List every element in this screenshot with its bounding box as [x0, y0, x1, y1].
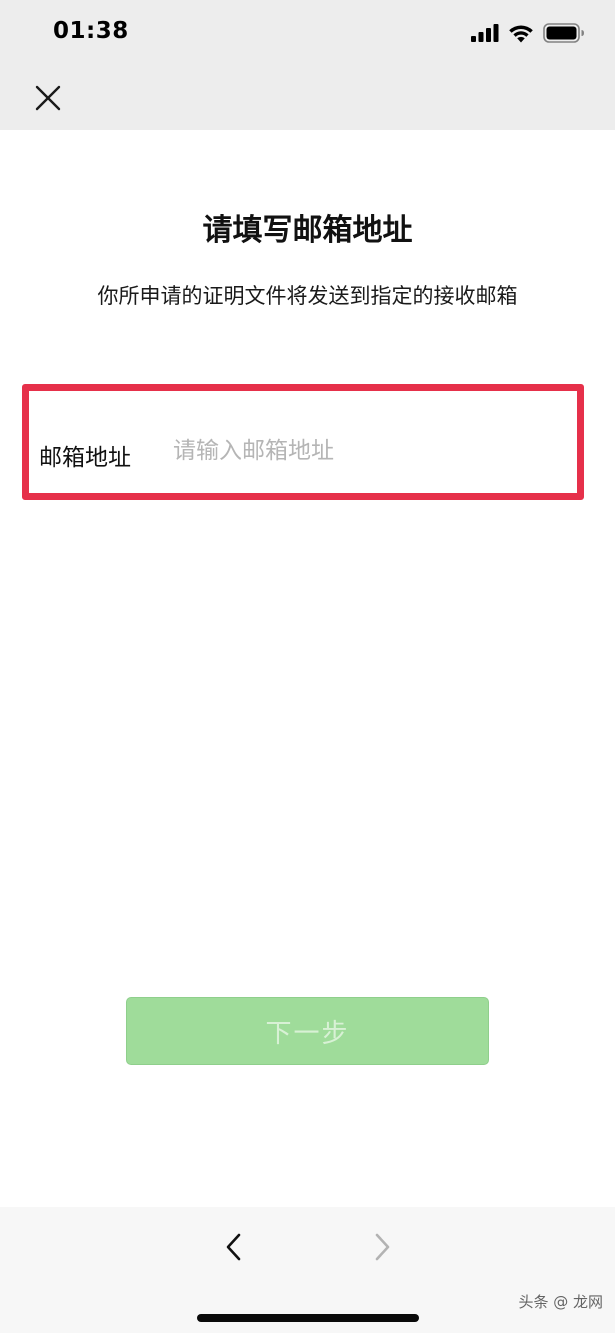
back-button[interactable] — [214, 1227, 254, 1267]
status-time: 01:38 — [53, 18, 129, 44]
status-icons — [471, 22, 585, 44]
email-label: 邮箱地址 — [39, 445, 131, 471]
page-subtitle: 你所申请的证明文件将发送到指定的接收邮箱 — [97, 284, 518, 308]
watermark-text: 头条 @ 龙网 — [518, 1293, 603, 1311]
battery-icon — [543, 23, 584, 43]
bottom-toolbar: 头条 @ 龙网 — [0, 1207, 615, 1333]
email-input[interactable] — [173, 431, 563, 471]
nav-bar — [0, 66, 615, 130]
signal-icon — [471, 24, 499, 42]
home-indicator — [197, 1314, 419, 1322]
page-title: 请填写邮箱地址 — [202, 213, 413, 248]
forward-button — [362, 1227, 402, 1267]
chevron-right-icon — [375, 1233, 390, 1261]
email-field-highlight: 邮箱地址 — [22, 384, 584, 500]
next-button[interactable]: 下一步 — [126, 997, 489, 1065]
close-button[interactable] — [28, 78, 68, 118]
wifi-icon — [509, 24, 533, 42]
status-bar: 01:38 — [0, 0, 615, 66]
chevron-left-icon — [226, 1233, 241, 1261]
close-icon — [35, 85, 61, 111]
watermark: 头条 @ 龙网 — [518, 1291, 603, 1312]
